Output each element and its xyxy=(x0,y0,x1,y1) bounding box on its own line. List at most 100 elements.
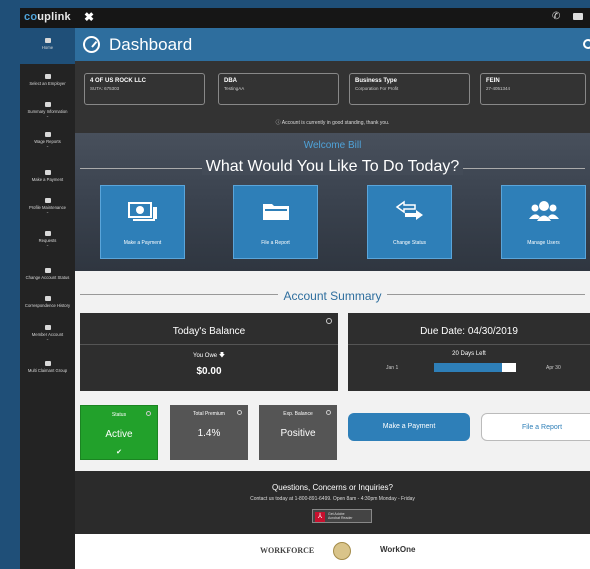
workone-logo: WorkOne xyxy=(380,545,416,554)
pdf-icon: ⅄ xyxy=(315,512,325,522)
chevron-down-icon: ⌄ xyxy=(45,242,50,247)
chevron-down-icon: ⌄ xyxy=(45,143,50,148)
dashboard-icon xyxy=(83,36,100,53)
exp-balance-value: Positive xyxy=(280,428,316,439)
status-title: Status xyxy=(111,412,127,418)
tile-make-payment[interactable]: Make a Payment xyxy=(100,185,185,259)
top-bar: couplink ✖ ✆ xyxy=(20,8,590,28)
flask-icon xyxy=(44,231,51,236)
folder-icon xyxy=(263,204,289,220)
summary-icon xyxy=(44,102,51,107)
balance-card: Today's Balance You Owe 🡇 $0.00 xyxy=(80,313,338,391)
employer-name: 4 OF US ROCK LLC xyxy=(90,78,147,84)
adobe-reader-link[interactable]: ⅄ Get Adobe Acrobat Reader xyxy=(312,509,372,523)
page-title: Dashboard xyxy=(109,35,193,54)
hero-question-text: What Would You Like To Do Today? xyxy=(201,158,464,175)
days-left: 20 Days Left xyxy=(452,351,486,357)
folder-icon xyxy=(44,132,51,137)
tile-label: Make a Payment xyxy=(123,240,162,246)
exchange-icon xyxy=(44,268,51,273)
account-summary-title: Account Summary xyxy=(278,289,387,303)
sidebar-item-profile-maintenance[interactable]: Profile Maintenance ⌄ xyxy=(20,198,75,214)
sidebar-item-multi-claimant-group[interactable]: Multi Claimant Group xyxy=(20,361,75,373)
status-value: Active xyxy=(105,429,133,440)
workforce-logo: WORKFORCE xyxy=(260,546,315,555)
status-tile: Status Active ✔ xyxy=(80,405,158,460)
sidebar-item-label: Home xyxy=(41,45,54,50)
total-premium-value: 1.4% xyxy=(197,428,221,439)
logo-rest: uplink xyxy=(37,11,71,23)
make-payment-button[interactable]: Make a Payment xyxy=(348,413,470,441)
fein-box: FEIN 27-4051344 xyxy=(480,73,586,105)
footer: Questions, Concerns or Inquiries? Contac… xyxy=(75,471,590,534)
chevron-down-icon: ⌄ xyxy=(45,209,50,214)
group-icon xyxy=(44,361,51,366)
home-icon xyxy=(44,38,51,43)
users-icon xyxy=(529,201,559,221)
you-owe-text: You Owe xyxy=(193,353,218,359)
dba-value: TestingAA xyxy=(224,86,245,91)
exp-balance-title: Exp. Balance xyxy=(283,411,313,417)
sidebar-item-home[interactable]: Home xyxy=(20,28,75,64)
sidebar-item-label: Multi Claimant Group xyxy=(27,368,68,373)
check-icon: ✔ xyxy=(116,449,122,456)
money-icon xyxy=(44,170,51,175)
balance-title: Today's Balance xyxy=(172,326,246,337)
arrow-down-icon: 🡇 xyxy=(218,353,225,359)
period-end: Apr 30 xyxy=(546,365,561,371)
standing-text: Account is currently in good standing, t… xyxy=(281,120,390,126)
file-report-button[interactable]: File a Report xyxy=(481,413,590,441)
you-owe-label: You Owe 🡇 xyxy=(80,351,338,361)
divider xyxy=(348,344,590,345)
adobe-line-2: Acrobat Reader xyxy=(328,516,353,520)
business-type-value: Corporation For Profit xyxy=(355,86,399,91)
tile-manage-users[interactable]: Manage Users xyxy=(501,185,586,259)
state-seal-logo xyxy=(333,542,351,560)
account-standing: ⓘ Account is currently in good standing,… xyxy=(75,119,590,126)
due-progress-fill xyxy=(434,363,503,372)
partner-logos: WORKFORCE WorkOne xyxy=(75,534,590,569)
sidebar-item-make-payment[interactable]: Make a Payment xyxy=(20,170,75,182)
tile-file-report[interactable]: File a Report xyxy=(233,185,318,259)
due-progress-bar xyxy=(434,363,516,372)
sidebar-item-label: Correspondence History xyxy=(24,303,71,308)
info-icon[interactable] xyxy=(326,318,332,324)
uplink-logo[interactable]: couplink xyxy=(24,11,71,23)
business-type-box: Business Type Corporation For Profit xyxy=(349,73,470,105)
hero-section: Welcome Bill What Would You Like To Do T… xyxy=(75,133,590,271)
employer-box: 4 OF US ROCK LLC SUTA: 675303 xyxy=(84,73,205,105)
sidebar-item-summary-information[interactable]: Summary Information ⌄ xyxy=(20,102,75,118)
sidebar-item-label: Change Account Status xyxy=(25,275,70,280)
dba-title: DBA xyxy=(224,78,237,84)
phone-icon[interactable]: ✆ xyxy=(552,11,560,22)
adobe-text: Get Adobe Acrobat Reader xyxy=(328,512,353,520)
users-icon xyxy=(44,325,51,330)
exchange-icon xyxy=(395,200,423,220)
briefcase-icon[interactable] xyxy=(573,13,583,20)
fein-value: 27-4051344 xyxy=(486,86,511,91)
tile-change-status[interactable]: Change Status xyxy=(367,185,452,259)
money-icon xyxy=(128,202,157,221)
close-icon[interactable]: ✖ xyxy=(84,10,94,24)
sidebar-item-label: Select an Employer xyxy=(29,81,66,86)
exp-balance-tile: Exp. Balance Positive xyxy=(259,405,337,460)
sidebar-item-correspondence-history[interactable]: Correspondence History xyxy=(20,296,75,308)
section-title: Account Summary xyxy=(75,287,590,305)
welcome-text: Welcome Bill xyxy=(303,140,362,151)
help-icon[interactable] xyxy=(583,39,590,49)
app-window: couplink ✖ ✆ Home Select an Employer Sum… xyxy=(20,8,590,569)
sidebar-item-select-employer[interactable]: Select an Employer xyxy=(20,74,75,86)
sidebar-item-requests[interactable]: Requests ⌄ xyxy=(20,231,75,247)
chevron-down-icon: ⌄ xyxy=(45,336,50,341)
sidebar-item-change-account-status[interactable]: Change Account Status xyxy=(20,268,75,280)
sidebar-item-member-account[interactable]: Member Account ⌄ xyxy=(20,325,75,341)
logo-prefix: co xyxy=(24,11,38,23)
employer-suta: SUTA: 675303 xyxy=(90,86,120,91)
sidebar-item-label: Make a Payment xyxy=(31,177,64,182)
sidebar-item-wage-reports[interactable]: Wage Reports ⌄ xyxy=(20,132,75,148)
building-icon xyxy=(44,74,51,79)
period-start: Jan 1 xyxy=(386,365,399,371)
envelope-icon xyxy=(44,296,51,301)
balance-amount: $0.00 xyxy=(196,366,222,377)
tile-label: File a Report xyxy=(261,240,290,246)
